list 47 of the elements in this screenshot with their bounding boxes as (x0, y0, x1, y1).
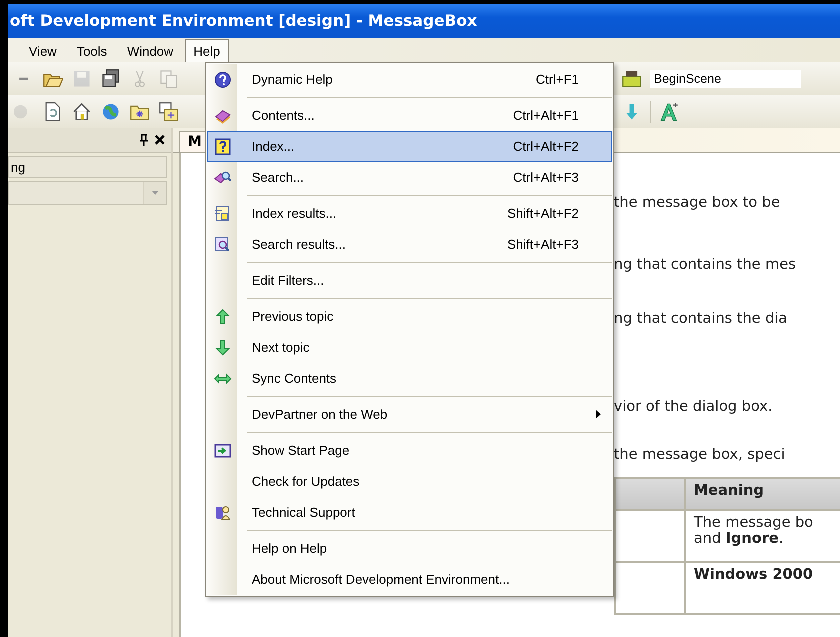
menu-item[interactable]: Search results... Shift+Alt+F3 (207, 229, 612, 260)
menu-bar-item[interactable]: View (20, 39, 66, 62)
menu-item[interactable]: Next topic (207, 332, 612, 363)
menu-bar-item[interactable]: Tools (68, 39, 116, 62)
combo-box[interactable]: BeginScene (650, 70, 802, 88)
save-all-icon[interactable] (101, 68, 121, 88)
refresh-page-icon[interactable] (43, 102, 63, 122)
menu-item[interactable]: Edit Filters... (207, 265, 612, 296)
up-arrow-icon (214, 308, 232, 326)
page-magnifier-icon (214, 236, 232, 254)
menu-item[interactable]: Contents... Ctrl+Alt+F1 (207, 100, 612, 131)
paragraph-text: the message box to be (614, 195, 782, 211)
menu-item[interactable]: Dynamic Help Ctrl+F1 (207, 64, 612, 95)
menu-item[interactable]: Previous topic (207, 301, 612, 332)
clapper-folder-icon[interactable] (622, 68, 642, 88)
paragraph-text: ng that contains the dia (614, 311, 789, 327)
menu-item[interactable]: Index results... Shift+Alt+F2 (207, 198, 612, 229)
dropdown-field[interactable] (8, 181, 167, 205)
menu-item[interactable]: Show Start Page (207, 435, 612, 466)
question-page-icon (214, 138, 232, 156)
down-arrow-icon (214, 338, 232, 356)
font-size-icon[interactable] (659, 102, 679, 122)
paragraph-text: vior of the dialog box. (614, 399, 774, 415)
menu-item[interactable]: DevPartner on the Web (207, 399, 612, 430)
home-icon[interactable] (72, 102, 92, 122)
menu-item[interactable]: Check for Updates (207, 466, 612, 497)
people-icon (214, 504, 232, 522)
globe-icon[interactable] (101, 102, 121, 122)
table-header: Meaning (685, 478, 840, 510)
menu-item[interactable]: Search... Ctrl+Alt+F3 (207, 162, 612, 193)
page-icon (214, 204, 232, 222)
menu-item[interactable]: About Microsoft Development Environment... (207, 564, 612, 595)
paragraph-text: the message box, speci (614, 447, 786, 463)
pin-button[interactable] (139, 134, 149, 146)
menu-item[interactable]: Sync Contents (207, 363, 612, 394)
text-field[interactable]: ng (8, 156, 167, 178)
menu-item[interactable]: Technical Support (207, 497, 612, 528)
menu-item[interactable]: Index... Ctrl+Alt+F2 (207, 131, 612, 162)
menu-item[interactable]: Help on Help (207, 533, 612, 564)
help-circle-icon (214, 70, 232, 88)
close-button[interactable] (155, 135, 165, 145)
paragraph-text: ng that contains the mes (614, 257, 798, 273)
menu-bar-item[interactable]: Window (118, 39, 183, 62)
menu-bar-item[interactable]: Help (184, 39, 230, 62)
window-title: oft Development Environment [design] - MessageBox (10, 12, 478, 30)
submenu-arrow-icon (596, 410, 600, 419)
stacked-folders-icon[interactable] (159, 102, 179, 122)
